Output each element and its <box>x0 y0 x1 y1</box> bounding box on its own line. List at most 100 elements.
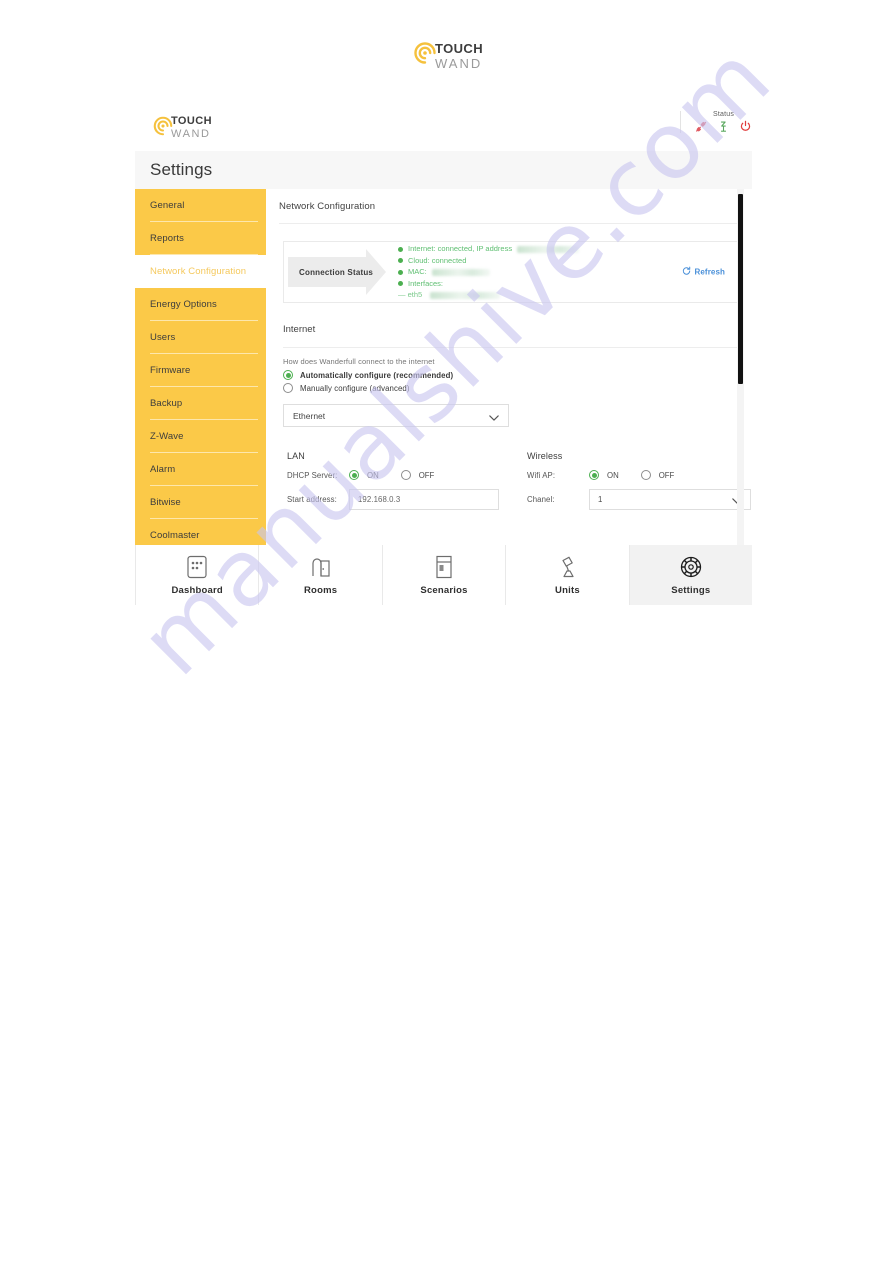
connection-line-interfaces: Interfaces: <box>398 278 737 290</box>
connection-line-eth5: — eth5 <box>398 289 737 301</box>
dhcp-server-label: DHCP Server: <box>287 470 338 480</box>
page-root: TOUCH WAND TOUCH WAND Status Settings Ge… <box>0 0 893 1263</box>
wifi-off-option[interactable]: OFF <box>640 470 675 480</box>
sidebar-item-label: Reports <box>150 233 184 244</box>
sidebar-item-z-wave[interactable]: Z-Wave <box>135 420 266 453</box>
wifi-on-option[interactable]: ON <box>589 470 619 480</box>
brand-wordmark: TOUCH WAND <box>435 42 483 70</box>
sidebar-item-bitwise[interactable]: Bitwise <box>135 486 266 519</box>
channel-value: 1 <box>598 495 603 504</box>
radio-automatically-configure[interactable]: Automatically configure (recommended) <box>283 370 738 380</box>
wifi-off-label: OFF <box>658 470 675 480</box>
rooms-door-icon <box>309 554 333 580</box>
sidebar-item-firmware[interactable]: Firmware <box>135 354 266 387</box>
channel-select[interactable]: 1 <box>589 489 751 510</box>
start-address-label: Start address: <box>287 495 337 504</box>
nav-item-settings[interactable]: Settings <box>629 545 753 605</box>
connection-subline-prefix: — eth5 <box>398 290 423 300</box>
radio-button-icon <box>640 470 651 480</box>
brand-name-touch: TOUCH <box>171 115 212 127</box>
nav-label: Scenarios <box>420 585 468 596</box>
internet-question: How does Wanderfull connect to the inter… <box>283 357 435 366</box>
nav-item-dashboard[interactable]: Dashboard <box>135 545 260 605</box>
page-title: Settings <box>150 160 213 179</box>
redacted-mac-address <box>431 268 490 276</box>
app-body: General Reports Network Configuration En… <box>135 189 752 552</box>
touchwand-logo: TOUCH WAND <box>410 38 483 73</box>
plug-disconnected-icon[interactable] <box>695 120 708 133</box>
radio-manually-configure[interactable]: Manually configure (advanced) <box>283 383 738 393</box>
status-dot-icon <box>398 269 403 275</box>
radio-button-icon <box>283 370 293 380</box>
connection-line-internet: Internet: connected, IP address <box>398 243 737 255</box>
radio-label: Manually configure (advanced) <box>300 383 410 393</box>
zwave-antenna-icon[interactable] <box>717 120 730 133</box>
dhcp-off-label: OFF <box>418 470 435 480</box>
dhcp-off-option[interactable]: OFF <box>400 470 435 480</box>
refresh-label: Refresh <box>694 267 725 277</box>
sidebar-item-backup[interactable]: Backup <box>135 387 266 420</box>
radio-label: Automatically configure (recommended) <box>300 370 454 380</box>
nav-label: Settings <box>671 585 711 596</box>
scenarios-panel-icon <box>434 554 454 580</box>
wifi-ap-row: Wifi AP: ON OFF <box>527 470 752 480</box>
power-icon[interactable] <box>739 120 752 133</box>
sidebar-item-label: Coolmaster <box>150 530 200 541</box>
chevron-down-icon <box>489 413 499 423</box>
nav-item-rooms[interactable]: Rooms <box>259 545 383 605</box>
redacted-eth5-detail <box>430 291 501 299</box>
start-address-input[interactable]: 192.168.0.3 <box>349 489 499 510</box>
dashboard-grid-icon <box>186 554 208 580</box>
wifi-toggle-group: ON OFF <box>589 470 674 480</box>
connection-type-select[interactable]: Ethernet <box>283 404 509 427</box>
redacted-ip-address <box>517 245 580 253</box>
settings-sidebar: General Reports Network Configuration En… <box>135 189 266 552</box>
nav-item-scenarios[interactable]: Scenarios <box>382 545 507 605</box>
refresh-button[interactable]: Refresh <box>682 266 726 278</box>
connection-line-text: Interfaces: <box>408 278 444 288</box>
status-dot-icon <box>398 246 403 252</box>
sidebar-item-label: Energy Options <box>150 299 217 310</box>
app-header: TOUCH WAND Status <box>135 105 752 151</box>
bottom-navigation: Dashboard Rooms Scenarios Units Settings <box>135 545 753 605</box>
sidebar-item-label: Firmware <box>150 365 191 376</box>
radio-button-icon <box>283 383 293 393</box>
settings-content-panel: Network Configuration Connection Status … <box>266 189 752 552</box>
sidebar-item-network-configuration[interactable]: Network Configuration <box>135 255 266 288</box>
channel-row: Chanel: 1 <box>527 489 752 510</box>
dhcp-server-row: DHCP Server: ON OFF <box>287 470 527 480</box>
sidebar-item-reports[interactable]: Reports <box>135 222 266 255</box>
brand-name-wand: WAND <box>435 55 483 71</box>
sidebar-item-energy-options[interactable]: Energy Options <box>135 288 266 321</box>
radio-button-icon <box>349 470 359 480</box>
wireless-title: Wireless <box>527 451 563 461</box>
sidebar-item-label: Alarm <box>150 464 176 475</box>
connection-line-text: MAC: <box>408 267 427 277</box>
wifi-ap-label: Wifi AP: <box>527 470 556 480</box>
top-brand-logo: TOUCH WAND <box>0 38 893 73</box>
sidebar-item-general[interactable]: General <box>135 189 266 222</box>
status-dot-icon <box>398 281 403 286</box>
sidebar-item-alarm[interactable]: Alarm <box>135 453 266 486</box>
page-title-bar: Settings <box>135 151 752 189</box>
nav-label: Dashboard <box>171 585 223 596</box>
dhcp-on-option[interactable]: ON <box>349 470 379 480</box>
connection-status-arrow: Connection Status <box>288 249 386 295</box>
header-touchwand-logo[interactable]: TOUCH WAND <box>150 113 212 144</box>
content-scrollbar-thumb[interactable] <box>738 194 743 384</box>
radio-button-icon <box>400 470 411 480</box>
settings-gear-icon <box>679 554 703 580</box>
brand-name-touch: TOUCH <box>435 40 483 56</box>
brand-wordmark: TOUCH WAND <box>171 116 212 140</box>
connection-line-text: Cloud: connected <box>408 255 467 265</box>
nav-item-units[interactable]: Units <box>506 545 630 605</box>
sidebar-item-users[interactable]: Users <box>135 321 266 354</box>
nav-label: Rooms <box>304 585 338 596</box>
content-section-title: Network Configuration <box>279 201 738 224</box>
nav-label: Units <box>555 585 580 596</box>
radio-button-icon <box>589 470 599 480</box>
connection-line-text: Internet: connected, IP address <box>408 244 513 254</box>
sidebar-item-label: Network Configuration <box>150 266 247 277</box>
sidebar-item-label: Backup <box>150 398 183 409</box>
lan-title: LAN <box>287 451 305 461</box>
